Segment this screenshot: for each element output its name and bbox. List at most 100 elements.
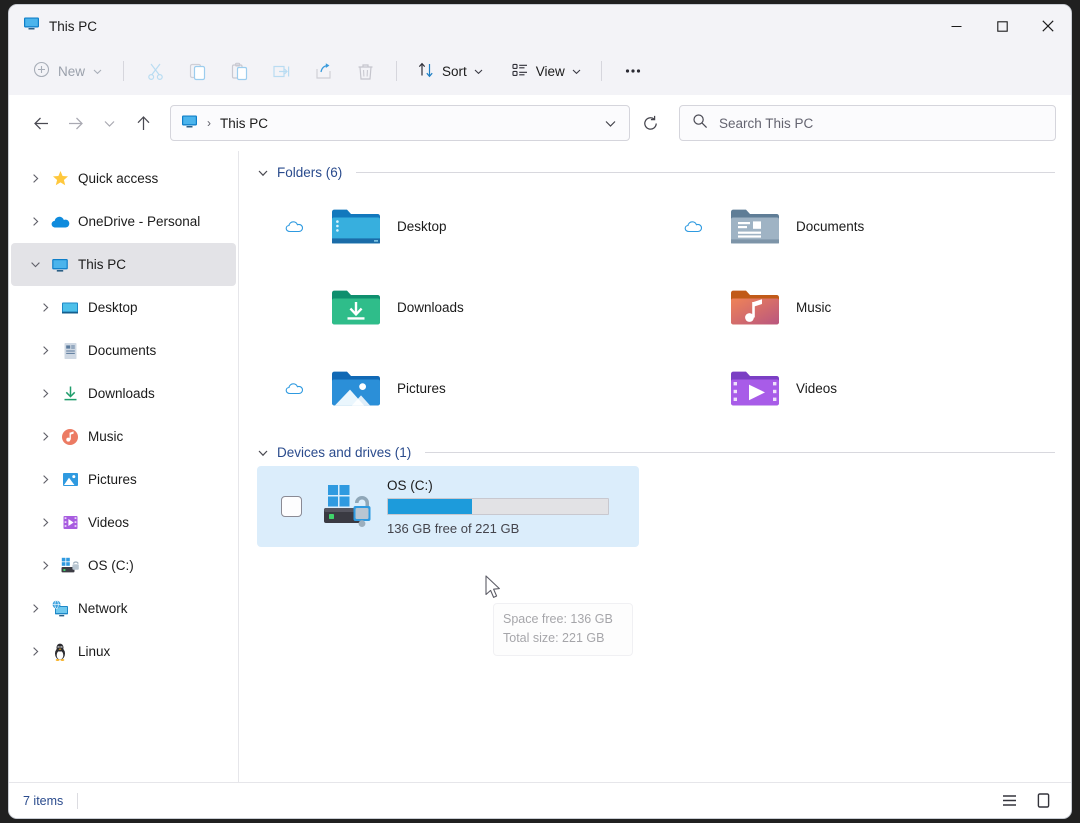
chevron-right-icon[interactable]: [23, 173, 47, 184]
folders-group-header[interactable]: Folders (6): [257, 165, 1055, 180]
delete-icon[interactable]: [345, 55, 385, 87]
breadcrumb-separator: ›: [207, 116, 211, 130]
sidebar-item-label: Documents: [88, 343, 157, 358]
folder-item-pictures[interactable]: Pictures: [257, 348, 656, 429]
desktop-icon: [57, 300, 83, 316]
cloud-status-icon: [265, 220, 325, 234]
folder-item-videos[interactable]: Videos: [656, 348, 1055, 429]
chevron-right-icon[interactable]: [33, 388, 57, 399]
chevron-right-icon[interactable]: [33, 474, 57, 485]
chevron-down-icon: [93, 64, 102, 79]
new-button[interactable]: New: [25, 55, 112, 87]
sidebar-item-network[interactable]: Network: [11, 587, 236, 630]
downloads-icon: [57, 385, 83, 402]
sidebar-item-this-pc[interactable]: This PC: [11, 243, 236, 286]
navigation-pane: Quick access OneDrive - Personal This PC…: [9, 151, 239, 782]
search-input[interactable]: Search This PC: [679, 105, 1056, 141]
sort-button[interactable]: Sort: [408, 55, 492, 87]
sidebar-item-onedrive[interactable]: OneDrive - Personal: [11, 200, 236, 243]
penguin-icon: [47, 643, 73, 661]
recent-locations-button[interactable]: [92, 106, 126, 140]
sidebar-item-videos[interactable]: Videos: [11, 501, 236, 544]
cloud-icon: [47, 215, 73, 229]
cloud-status-icon: [265, 382, 325, 396]
rename-icon[interactable]: [261, 55, 301, 87]
drive-usage-bar-fill: [388, 498, 472, 514]
chevron-down-icon[interactable]: [257, 167, 269, 179]
minimize-button[interactable]: [933, 5, 979, 47]
chevron-right-icon[interactable]: [23, 603, 47, 614]
monitor-icon: [23, 15, 40, 37]
sidebar-item-downloads[interactable]: Downloads: [11, 372, 236, 415]
sidebar-item-documents[interactable]: Documents: [11, 329, 236, 372]
folders-grid: Desktop Documents Downloads Music Pictur…: [257, 186, 1055, 429]
folder-downloads-icon: [325, 286, 387, 330]
drive-tooltip: Space free: 136 GB Total size: 221 GB: [493, 603, 633, 656]
window-body: Quick access OneDrive - Personal This PC…: [9, 151, 1071, 782]
sidebar-item-desktop[interactable]: Desktop: [11, 286, 236, 329]
chevron-right-icon[interactable]: [33, 345, 57, 356]
plus-circle-icon: [33, 61, 50, 81]
sidebar-item-label: Downloads: [88, 386, 155, 401]
folder-item-desktop[interactable]: Desktop: [257, 186, 656, 267]
refresh-button[interactable]: [634, 106, 666, 140]
sidebar-item-pictures[interactable]: Pictures: [11, 458, 236, 501]
chevron-right-icon[interactable]: [33, 302, 57, 313]
sidebar-item-music[interactable]: Music: [11, 415, 236, 458]
drive-usage-bar: [387, 497, 609, 515]
chevron-right-icon[interactable]: [33, 431, 57, 442]
folder-desktop-icon: [325, 205, 387, 249]
folder-item-documents[interactable]: Documents: [656, 186, 1055, 267]
chevron-right-icon[interactable]: [23, 646, 47, 657]
close-button[interactable]: [1025, 5, 1071, 47]
chevron-right-icon[interactable]: [23, 216, 47, 227]
drive-icon: [57, 557, 83, 574]
cut-icon[interactable]: [135, 55, 175, 87]
list-view-icon[interactable]: [995, 788, 1023, 814]
drive-free-space-text: 136 GB free of 221 GB: [387, 520, 520, 536]
monitor-icon: [47, 256, 73, 274]
address-bar[interactable]: › This PC: [170, 105, 630, 141]
sidebar-item-label: Linux: [78, 644, 111, 659]
folder-item-music[interactable]: Music: [656, 267, 1055, 348]
search-placeholder: Search This PC: [719, 115, 814, 131]
drive-item-os-c[interactable]: OS (C:) 136 GB free of 221 GB: [257, 466, 639, 547]
forward-button[interactable]: [58, 106, 92, 140]
drive-checkbox[interactable]: [265, 496, 317, 517]
large-icons-view-icon[interactable]: [1029, 788, 1057, 814]
chevron-down-icon: [572, 64, 581, 79]
breadcrumb-label: This PC: [220, 115, 269, 131]
copy-icon[interactable]: [177, 55, 217, 87]
documents-icon: [57, 342, 83, 360]
share-icon[interactable]: [303, 55, 343, 87]
chevron-down-icon[interactable]: [23, 259, 47, 270]
view-button[interactable]: View: [502, 55, 590, 87]
drives-group-header[interactable]: Devices and drives (1): [257, 445, 1055, 460]
up-button[interactable]: [126, 106, 160, 140]
chevron-right-icon[interactable]: [33, 560, 57, 571]
sidebar-item-quick-access[interactable]: Quick access: [11, 157, 236, 200]
sidebar-item-os-c[interactable]: OS (C:): [11, 544, 236, 587]
maximize-button[interactable]: [979, 5, 1025, 47]
chevron-right-icon[interactable]: [33, 517, 57, 528]
network-icon: [47, 599, 73, 618]
sort-arrows-icon: [417, 61, 435, 82]
back-button[interactable]: [24, 106, 58, 140]
paste-icon[interactable]: [219, 55, 259, 87]
sidebar-item-linux[interactable]: Linux: [11, 630, 236, 673]
tooltip-space-free: Space free: 136 GB: [503, 612, 613, 626]
toolbar-divider-3: [600, 61, 602, 81]
window-controls: [933, 5, 1071, 47]
file-explorer-window: This PC New Sort View › This PC Search T…: [8, 4, 1072, 819]
breadcrumb[interactable]: › This PC: [181, 113, 268, 133]
list-view-icon: [511, 61, 529, 82]
address-dropdown-icon[interactable]: [597, 109, 623, 137]
music-icon: [57, 428, 83, 446]
chevron-down-icon[interactable]: [257, 447, 269, 459]
chevron-down-icon: [474, 64, 483, 79]
checkbox-unchecked[interactable]: [280, 496, 302, 517]
cloud-status-icon: [664, 220, 724, 234]
folder-item-downloads[interactable]: Downloads: [257, 267, 656, 348]
folder-name: Desktop: [397, 219, 447, 234]
more-options-icon[interactable]: [613, 55, 653, 87]
